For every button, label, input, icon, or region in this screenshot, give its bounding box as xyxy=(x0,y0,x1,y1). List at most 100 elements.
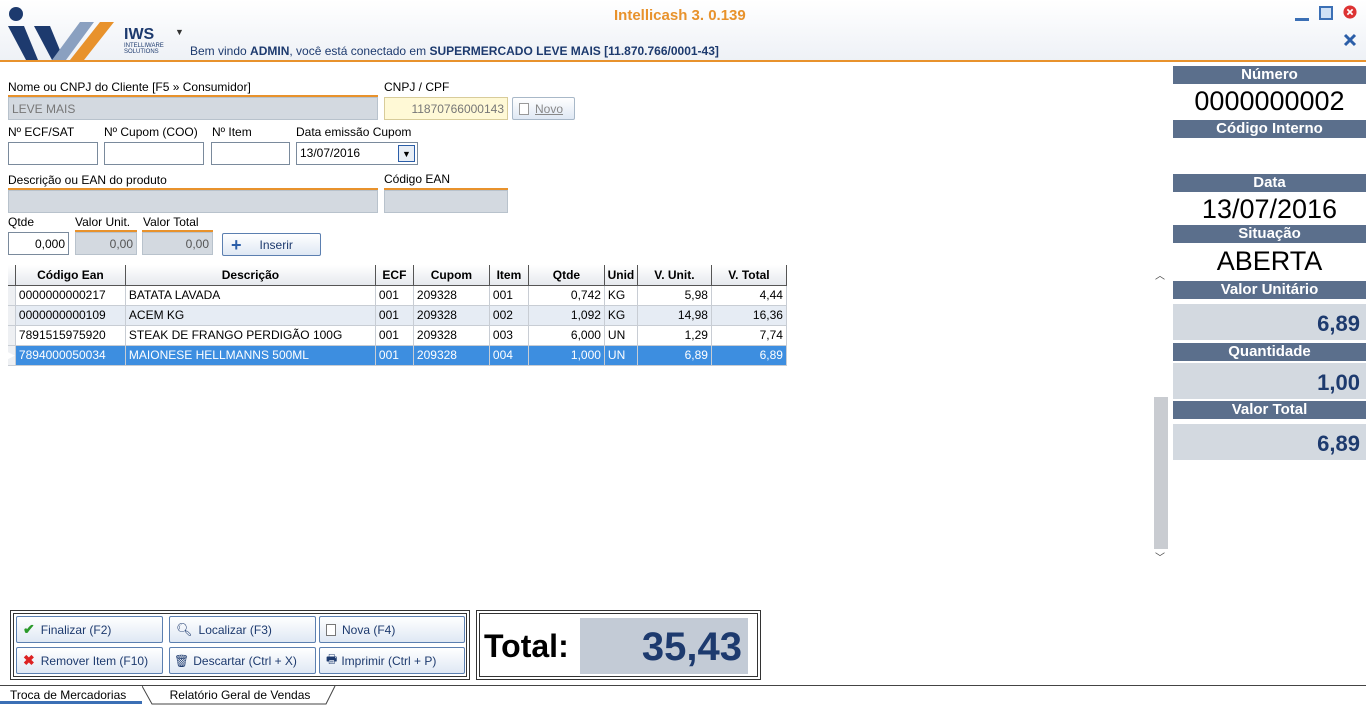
vunit-input[interactable] xyxy=(75,232,137,255)
finalizar-button[interactable]: ✔ Finalizar (F2) xyxy=(16,616,163,643)
grid-cell: 004 xyxy=(489,345,529,366)
table-row[interactable]: 0000000000109 ACEM KG 001 209328 002 1,092 KG 1… xyxy=(8,305,787,326)
scroll-up-icon[interactable]: ︿ xyxy=(1155,267,1165,282)
col-header-ecf[interactable]: ECF xyxy=(375,265,414,286)
grid-cell: 7891515975920 xyxy=(15,325,126,346)
col-header-vunit[interactable]: V. Unit. xyxy=(637,265,712,286)
close-icon[interactable] xyxy=(1343,5,1357,19)
grid-cell: STEAK DE FRANGO PERDIGÃO 100G xyxy=(125,325,376,346)
grid-cell: KG xyxy=(604,305,638,326)
plus-icon: + xyxy=(231,234,242,255)
qtde-input[interactable] xyxy=(8,232,69,255)
col-header-item[interactable]: Item xyxy=(489,265,529,286)
total-label: Total: xyxy=(484,628,569,664)
col-header-unid[interactable]: Unid xyxy=(604,265,638,286)
grid-cell: 209328 xyxy=(413,325,490,346)
magnifier-icon: 🔍︎ xyxy=(176,621,193,637)
col-header-vtotal[interactable]: V. Total xyxy=(711,265,787,286)
grid-cell: 001 xyxy=(375,325,414,346)
valor-total-value: 6,89 xyxy=(1173,424,1366,460)
grid-cell: 001 xyxy=(375,345,414,366)
quantidade-value: 1,00 xyxy=(1173,363,1366,399)
discard-icon: 🗑︎ xyxy=(174,653,190,668)
grid-cell: 0000000000109 xyxy=(15,305,126,326)
grid-cell: 6,000 xyxy=(528,325,605,346)
client-input[interactable] xyxy=(8,97,378,120)
grid-cell: 4,44 xyxy=(711,285,787,306)
grid-cell: UN xyxy=(604,325,638,346)
imprimir-button[interactable]: 🖶 Imprimir (Ctrl + P) xyxy=(319,647,465,674)
grid-cell: UN xyxy=(604,345,638,366)
localizar-button[interactable]: 🔍︎ Localizar (F3) xyxy=(169,616,316,643)
nova-button[interactable]: Nova (F4) xyxy=(319,616,465,643)
maximize-icon[interactable] xyxy=(1319,6,1333,20)
grid-scrollbar[interactable]: ︿ ﹀ xyxy=(1153,265,1169,567)
remover-item-button[interactable]: ✖ Remover Item (F10) xyxy=(16,647,163,674)
app-title: Intellicash 3. 0.139 xyxy=(614,7,746,24)
valor-unitario-header: Valor Unitário xyxy=(1173,281,1366,299)
tab-troca-de-mercadorias[interactable]: Troca de Mercadorias xyxy=(0,686,142,704)
grid-cell: 5,98 xyxy=(637,285,712,306)
indicator-header xyxy=(8,265,16,286)
welcome-message: Bem vindo ADMIN, você está conectado em … xyxy=(190,44,719,58)
check-icon: ✔ xyxy=(23,621,35,637)
inserir-button[interactable]: + Inserir xyxy=(222,233,321,256)
codigo-interno-header: Código Interno xyxy=(1173,120,1366,138)
logo-subtitle: INTELLIWARE SOLUTIONS xyxy=(124,43,164,55)
minimize-icon[interactable] xyxy=(1295,7,1309,21)
title-bar: IWS INTELLIWARE SOLUTIONS ▼ Intellicash … xyxy=(0,0,1366,62)
numero-header: Número xyxy=(1173,66,1366,84)
ecf-label: Nº ECF/SAT xyxy=(8,125,75,139)
cupom-input[interactable] xyxy=(104,142,204,165)
numero-value: 0000000002 xyxy=(1194,86,1345,116)
tab-relatorio-geral-de-vendas[interactable]: Relatório Geral de Vendas xyxy=(150,686,330,704)
col-header-ean[interactable]: Código Ean xyxy=(15,265,126,286)
data-emissao-label: Data emissão Cupom xyxy=(296,125,412,139)
grid-cell: 001 xyxy=(375,285,414,306)
new-document-icon xyxy=(326,623,336,636)
menu-dropdown-icon[interactable]: ▼ xyxy=(175,27,184,37)
cnpj-input[interactable] xyxy=(384,97,508,120)
close-form-icon[interactable] xyxy=(1343,33,1357,47)
situacao-value: ABERTA xyxy=(1216,246,1323,276)
item-label: Nº Item xyxy=(212,125,252,139)
grid-cell: 002 xyxy=(489,305,529,326)
vtotal-input[interactable] xyxy=(142,232,213,255)
table-row[interactable]: 0000000000217 BATATA LAVADA 001 209328 001 0,… xyxy=(8,285,787,306)
col-header-descricao[interactable]: Descrição xyxy=(125,265,376,286)
scroll-down-icon[interactable]: ﹀ xyxy=(1155,549,1165,564)
valor-unitario-value: 6,89 xyxy=(1173,304,1366,340)
grid-cell: 1,29 xyxy=(637,325,712,346)
printer-icon: 🖶 xyxy=(326,652,338,666)
items-table: Código Ean Descrição ECF Cupom Item Qtde… xyxy=(8,265,787,366)
scroll-thumb[interactable] xyxy=(1154,397,1168,549)
desc-input[interactable] xyxy=(8,190,378,213)
grid-cell: 003 xyxy=(489,325,529,346)
grid-cell: 6,89 xyxy=(637,345,712,366)
grid-cell: 7,74 xyxy=(711,325,787,346)
situacao-header: Situação xyxy=(1173,225,1366,243)
grid-cell: 1,000 xyxy=(528,345,605,366)
descartar-button[interactable]: 🗑︎ Descartar (Ctrl + X) xyxy=(169,647,316,674)
vunit-label: Valor Unit. xyxy=(75,215,131,229)
cupom-label: Nº Cupom (COO) xyxy=(104,125,198,139)
row-indicator xyxy=(8,325,16,346)
table-row[interactable]: 7891515975920 STEAK DE FRANGO PERDIGÃO 10… xyxy=(8,325,787,346)
col-header-cupom[interactable]: Cupom xyxy=(413,265,490,286)
col-header-qtde[interactable]: Qtde xyxy=(528,265,605,286)
items-grid[interactable]: Código Ean Descrição ECF Cupom Item Qtde… xyxy=(8,265,1168,567)
ean-input[interactable] xyxy=(384,190,508,213)
novo-button[interactable]: Novo xyxy=(512,97,575,120)
item-input[interactable] xyxy=(211,142,290,165)
vtotal-label: Valor Total xyxy=(143,215,199,229)
table-row[interactable]: ▶ 7894000050034 MAIONESE HELLMANNS 500ML 00… xyxy=(8,345,787,366)
data-emissao-picker[interactable]: 13/07/2016 ▼ xyxy=(296,142,418,165)
grid-cell: 6,89 xyxy=(711,345,787,366)
grid-cell: MAIONESE HELLMANNS 500ML xyxy=(125,345,376,366)
row-indicator: ▶ xyxy=(8,345,16,366)
ecf-input[interactable] xyxy=(8,142,98,165)
grid-cell: ACEM KG xyxy=(125,305,376,326)
client-label: Nome ou CNPJ do Cliente [F5 » Consumidor… xyxy=(8,80,251,94)
grid-cell: 209328 xyxy=(413,305,490,326)
calendar-dropdown-icon[interactable]: ▼ xyxy=(398,145,415,162)
